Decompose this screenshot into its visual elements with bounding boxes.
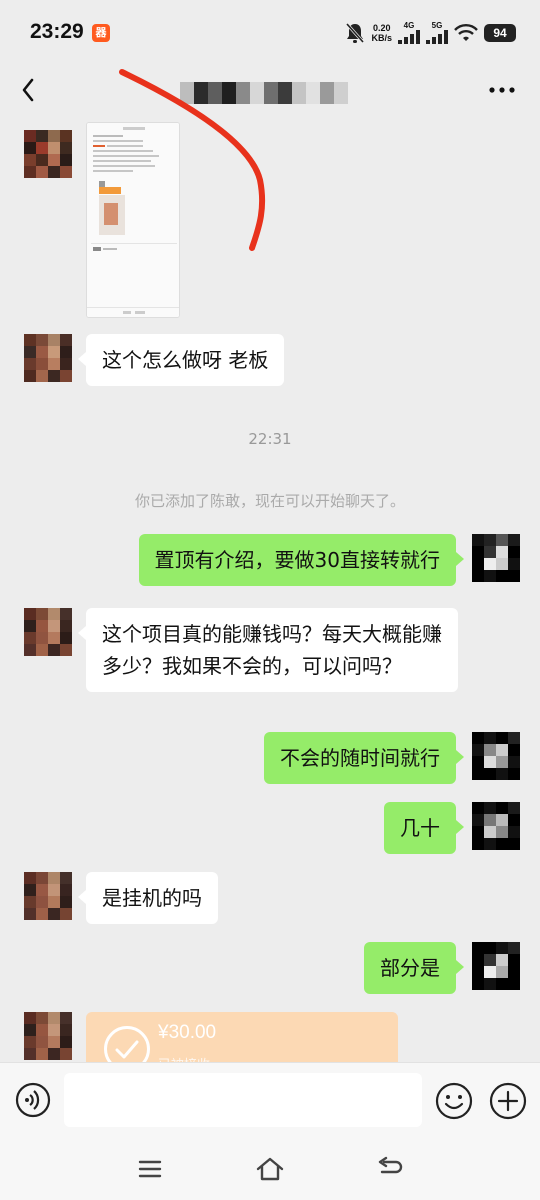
contact-avatar[interactable]	[24, 1012, 72, 1062]
contact-name-blurred	[180, 82, 348, 104]
wifi-icon	[454, 24, 478, 41]
chevron-left-icon	[22, 78, 34, 102]
menu-icon	[138, 1160, 162, 1178]
system-notice: 你已添加了陈敢，现在可以开始聊天了。	[134, 492, 405, 510]
home-button[interactable]	[254, 1154, 286, 1184]
my-avatar[interactable]	[472, 942, 520, 1002]
my-avatar[interactable]	[472, 534, 520, 594]
net-speed-value: 0.20	[372, 23, 391, 33]
status-indicators: 0.20 KB/s 4G 5G 94	[345, 20, 516, 46]
contact-avatar[interactable]	[24, 334, 72, 394]
home-icon	[256, 1157, 284, 1181]
battery-indicator: 94	[484, 24, 516, 42]
back-button[interactable]	[14, 72, 46, 108]
transfer-card[interactable]: ¥30.00 已被接收	[86, 1012, 398, 1062]
incoming-message[interactable]: 这个项目真的能赚钱吗？每天大概能赚多少？我如果不会的，可以问吗？	[78, 608, 458, 692]
signal-4g: 4G	[398, 22, 420, 44]
signal-bars-icon	[426, 30, 448, 44]
voice-icon	[15, 1082, 51, 1118]
status-bar: 23:29 器 0.20 KB/s 4G 5G 94	[0, 0, 540, 62]
contact-avatar[interactable]	[24, 608, 72, 668]
transfer-status: 已被接收	[158, 1054, 210, 1062]
shared-screenshot-image[interactable]	[86, 122, 180, 318]
signal-5g: 5G	[426, 22, 448, 44]
plus-icon	[489, 1082, 527, 1120]
message-timestamp: 22:31	[248, 430, 292, 448]
emoji-button[interactable]	[434, 1081, 474, 1121]
incoming-message[interactable]: 这个怎么做呀 老板	[77, 334, 285, 386]
back-nav-icon	[378, 1156, 403, 1174]
net-speed-unit: KB/s	[371, 33, 392, 43]
message-input-bar	[0, 1062, 540, 1138]
emoji-icon	[435, 1082, 473, 1120]
my-avatar[interactable]	[472, 732, 520, 792]
transfer-amount: ¥30.00	[158, 1022, 217, 1043]
chat-header	[0, 62, 540, 118]
check-icon	[104, 1026, 150, 1062]
more-button[interactable]	[484, 74, 520, 106]
menu-button[interactable]	[134, 1154, 166, 1184]
outgoing-message[interactable]: 几十	[384, 802, 464, 854]
contact-avatar[interactable]	[24, 872, 72, 932]
screenshot-thumbnail	[87, 123, 179, 317]
back-nav-button[interactable]	[374, 1154, 406, 1184]
voice-button[interactable]	[14, 1081, 52, 1119]
outgoing-message[interactable]: 不会的随时间就行	[264, 732, 464, 784]
chat-message-list[interactable]: 这个怎么做呀 老板 22:31 你已添加了陈敢，现在可以开始聊天了。 置顶有介绍…	[0, 118, 540, 1062]
signal-bars-icon	[398, 30, 420, 44]
signal-4g-label: 4G	[403, 21, 415, 30]
status-time: 23:29	[30, 20, 84, 43]
contact-avatar[interactable]	[24, 130, 72, 190]
net-speed: 0.20 KB/s	[371, 23, 392, 43]
signal-5g-label: 5G	[431, 21, 443, 30]
incoming-message[interactable]: 是挂机的吗	[78, 872, 218, 924]
plus-button[interactable]	[488, 1081, 528, 1121]
mute-icon	[346, 23, 365, 43]
app-notification-icon: 器	[92, 24, 110, 42]
system-navigation-bar	[0, 1138, 540, 1200]
message-input[interactable]	[64, 1073, 422, 1127]
outgoing-message[interactable]: 部分是	[364, 942, 464, 994]
outgoing-message[interactable]: 置顶有介绍，要做30直接转就行	[138, 534, 465, 586]
my-avatar[interactable]	[472, 802, 520, 862]
more-icon	[489, 87, 515, 93]
